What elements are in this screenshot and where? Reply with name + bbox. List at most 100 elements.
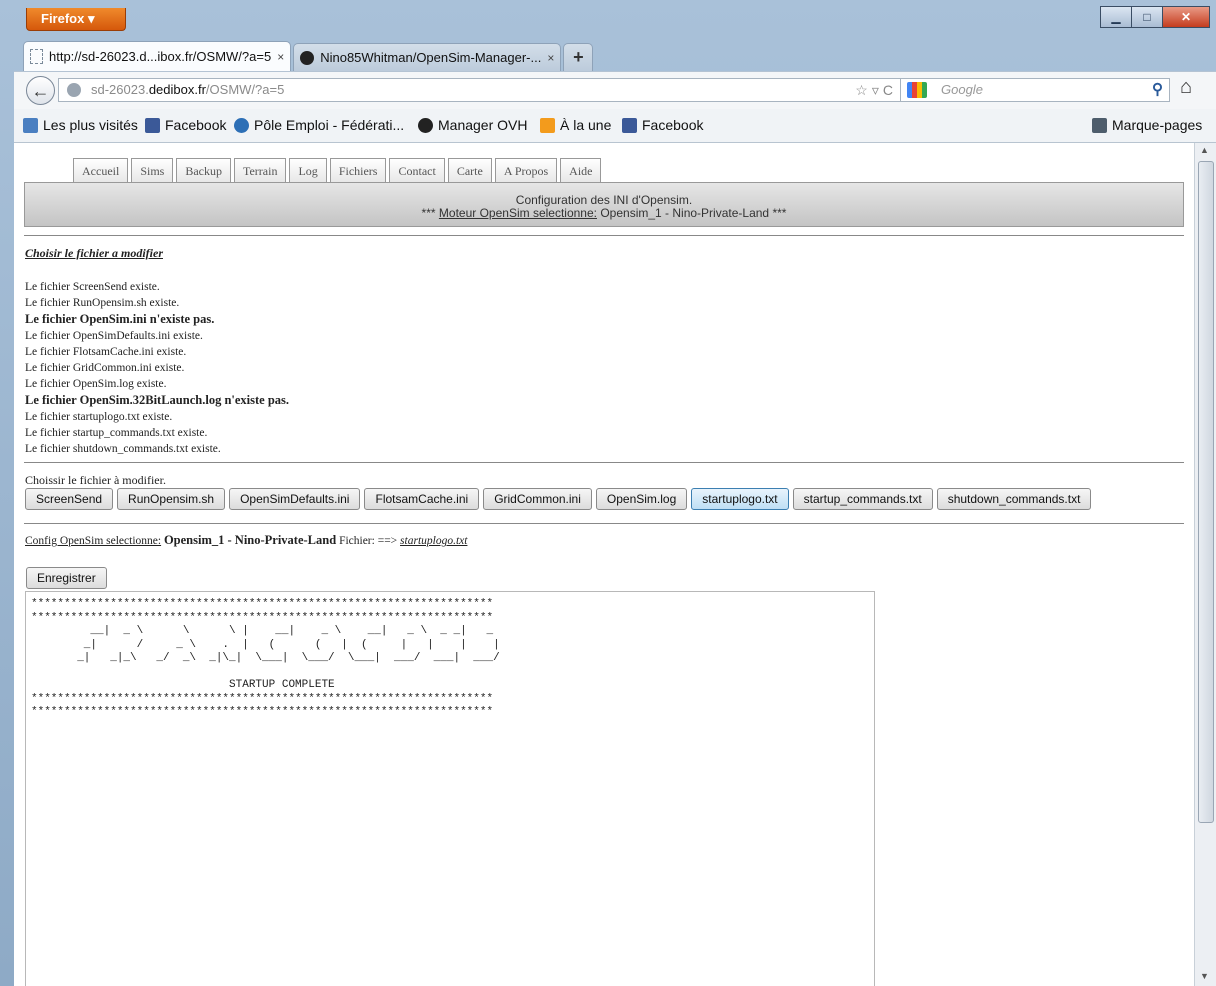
scroll-up-icon[interactable]: ▲ — [1200, 145, 1209, 155]
bookmark-label: À la une — [560, 117, 612, 133]
window-controls: ▁ □ ✕ — [1100, 6, 1210, 28]
navigation-bar: ← sd-26023.dedibox.fr/OSMW/?a=5 ☆▿C Goog… — [14, 71, 1216, 110]
nav-tab-terrain[interactable]: Terrain — [233, 158, 287, 182]
file-button-shutdown-commands[interactable]: shutdown_commands.txt — [936, 488, 1092, 510]
tab-title: Nino85Whitman/OpenSim-Manager-... — [320, 50, 542, 65]
file-button-startup-commands[interactable]: startup_commands.txt — [792, 488, 933, 510]
site-nav: Accueil Sims Backup Terrain Log Fichiers… — [73, 158, 604, 182]
file-value: startuplogo.txt — [400, 535, 468, 547]
file-status-list: Le fichier ScreenSend existe. Le fichier… — [25, 279, 289, 457]
maximize-button[interactable]: □ — [1131, 6, 1163, 28]
page-icon — [30, 49, 43, 64]
nav-tab-accueil[interactable]: Accueil — [73, 158, 129, 182]
nav-tab-a-propos[interactable]: A Propos — [494, 158, 558, 182]
file-button-runopensim[interactable]: RunOpensim.sh — [117, 488, 226, 510]
stars: *** — [772, 206, 787, 220]
globe-icon — [67, 83, 81, 97]
url-domain: dedibox.fr — [148, 82, 206, 97]
home-icon[interactable]: ⌂ — [1180, 76, 1192, 99]
search-placeholder: Google — [941, 82, 983, 97]
file-buttons: ScreenSend RunOpensim.sh OpenSimDefaults… — [25, 488, 1095, 510]
stars: *** — [421, 206, 436, 220]
rss-icon — [540, 118, 555, 133]
file-label: Fichier: ==> — [339, 535, 398, 547]
url-prefix: sd-26023. — [91, 82, 149, 97]
status-line: Le fichier OpenSim.32BitLaunch.log n'exi… — [25, 393, 290, 408]
github-icon — [300, 50, 315, 65]
file-button-screensend[interactable]: ScreenSend — [25, 488, 114, 510]
nav-tab-carte[interactable]: Carte — [447, 158, 492, 182]
file-button-flotsamcache[interactable]: FlotsamCache.ini — [364, 488, 480, 510]
status-line: Le fichier ScreenSend existe. — [25, 281, 160, 293]
url-path: /OSMW/?a=5 — [205, 82, 285, 97]
bookmark-star-icon[interactable]: ☆▿C — [855, 79, 897, 101]
config-line: Config OpenSim selectionne: Opensim_1 - … — [25, 533, 467, 548]
bookmark-manager-ovh[interactable]: Manager OVH — [418, 117, 527, 133]
bookmark-label: Facebook — [165, 117, 227, 133]
close-tab-icon[interactable]: × — [277, 50, 284, 64]
facebook-icon — [145, 118, 160, 133]
nav-tab-contact[interactable]: Contact — [389, 158, 445, 182]
bookmark-label: Manager OVH — [438, 117, 528, 133]
file-editor[interactable]: ****************************************… — [25, 591, 875, 986]
google-icon[interactable] — [907, 82, 927, 98]
firefox-menu-button[interactable]: Firefox ▾ — [26, 8, 126, 31]
bookmarks-toolbar: Les plus visités Facebook Pôle Emploi - … — [14, 109, 1216, 143]
scrollbar-thumb[interactable] — [1198, 161, 1214, 823]
section-title: Choisir le fichier a modifier — [25, 246, 163, 260]
search-box[interactable]: Google ⚲ — [900, 78, 1170, 102]
tab-title: http://sd-26023.d...ibox.fr/OSMW/?a=5 — [49, 49, 272, 64]
tab-osmw[interactable]: http://sd-26023.d...ibox.fr/OSMW/?a=5 × — [23, 41, 292, 71]
vertical-scrollbar[interactable]: ▲ ▼ — [1194, 143, 1216, 986]
search-icon[interactable]: ⚲ — [1152, 79, 1163, 101]
status-line: Le fichier GridCommon.ini existe. — [25, 362, 185, 375]
nav-tab-sims[interactable]: Sims — [131, 158, 174, 182]
url-bar[interactable]: sd-26023.dedibox.fr/OSMW/?a=5 ☆▿C — [58, 78, 906, 102]
nav-tab-log[interactable]: Log — [289, 158, 327, 182]
divider — [24, 235, 1184, 236]
status-line: Le fichier OpenSim.ini n'existe pas. — [25, 312, 215, 327]
status-line: Le fichier OpenSim.log existe. — [25, 378, 167, 391]
status-line: Le fichier startuplogo.txt existe. — [25, 410, 173, 423]
file-button-opensimdefaults[interactable]: OpenSimDefaults.ini — [229, 488, 361, 510]
status-line: Le fichier shutdown_commands.txt existe. — [25, 443, 221, 456]
bookmark-a-la-une[interactable]: À la une — [540, 117, 611, 133]
scroll-down-icon[interactable]: ▼ — [1200, 971, 1209, 981]
nav-tab-fichiers[interactable]: Fichiers — [329, 158, 387, 182]
file-button-startuplogo[interactable]: startuplogo.txt — [691, 488, 789, 510]
close-window-button[interactable]: ✕ — [1162, 6, 1210, 28]
bookmark-label: Les plus visités — [43, 117, 138, 133]
status-line: Le fichier OpenSimDefaults.ini existe. — [25, 329, 203, 342]
tab-github[interactable]: Nino85Whitman/OpenSim-Manager-... × — [293, 43, 562, 71]
nav-tab-backup[interactable]: Backup — [176, 158, 231, 182]
bookmark-most-visited[interactable]: Les plus visités — [23, 117, 138, 133]
minimize-button[interactable]: ▁ — [1100, 6, 1132, 28]
tab-strip: http://sd-26023.d...ibox.fr/OSMW/?a=5 × … — [23, 41, 595, 71]
engine-value: Opensim_1 - Nino-Private-Land — [600, 206, 770, 220]
back-button[interactable]: ← — [26, 76, 55, 105]
file-button-gridcommon[interactable]: GridCommon.ini — [483, 488, 592, 510]
page-banner: Configuration des INI d'Opensim. *** Mot… — [24, 182, 1184, 227]
status-line: Le fichier startup_commands.txt existe. — [25, 426, 208, 439]
engine-label[interactable]: Moteur OpenSim selectionne: — [439, 206, 597, 220]
bookmark-label: Pôle Emploi - Fédérati... — [254, 117, 405, 133]
engine-line: *** Moteur OpenSim selectionne: Opensim_… — [25, 207, 1183, 220]
bookmarks-menu[interactable]: Marque-pages — [1092, 117, 1202, 133]
status-line: Le fichier RunOpensim.sh existe. — [25, 297, 180, 310]
nav-tab-aide[interactable]: Aide — [560, 158, 602, 182]
bookmarks-menu-label: Marque-pages — [1112, 117, 1203, 133]
bookmark-facebook-2[interactable]: Facebook — [622, 117, 703, 133]
choose-prompt: Choissir le fichier à modifier. — [25, 473, 166, 487]
bookmark-pole-emploi[interactable]: Pôle Emploi - Fédérati... — [234, 117, 404, 133]
file-button-opensim-log[interactable]: OpenSim.log — [595, 488, 688, 510]
bookmark-facebook[interactable]: Facebook — [145, 117, 226, 133]
status-line: Le fichier FlotsamCache.ini existe. — [25, 345, 187, 358]
close-tab-icon[interactable]: × — [547, 51, 554, 65]
ovh-icon — [418, 118, 433, 133]
new-tab-button[interactable]: + — [563, 43, 594, 71]
bookmark-label: Facebook — [642, 117, 704, 133]
config-label: Config OpenSim selectionne: — [25, 535, 162, 547]
browser-window: Firefox ▾ ▁ □ ✕ http://sd-26023.d...ibox… — [0, 0, 1216, 986]
save-button[interactable]: Enregistrer — [26, 567, 107, 589]
most-visited-icon — [23, 118, 38, 133]
